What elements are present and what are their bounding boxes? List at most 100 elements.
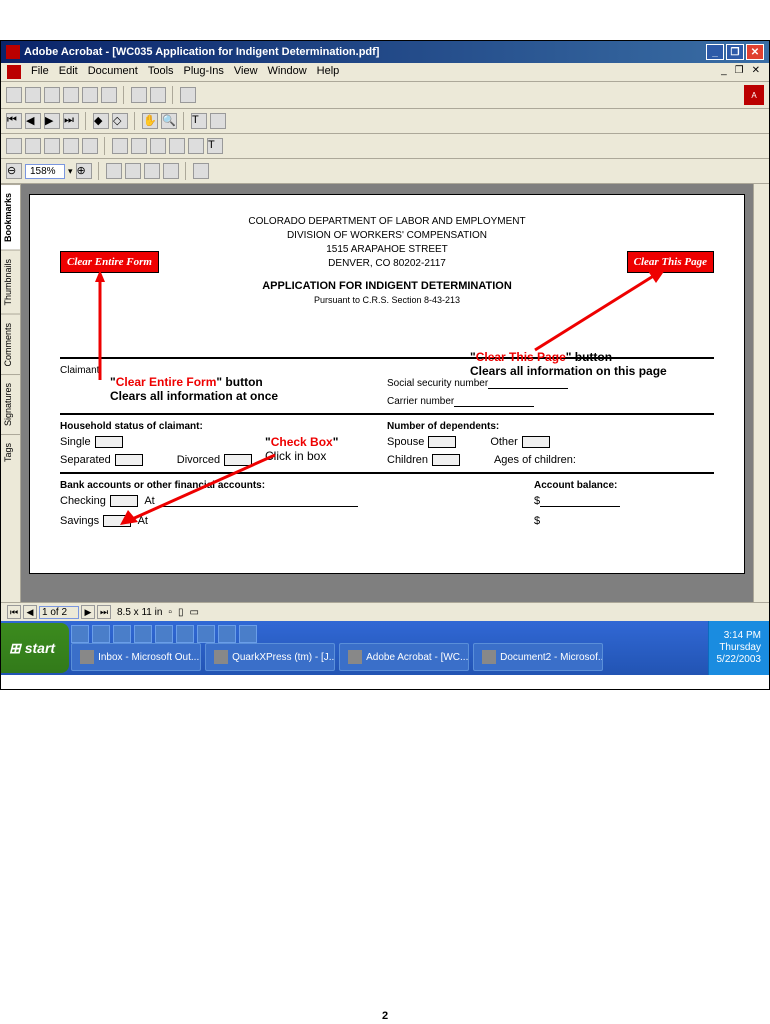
tab-bookmarks[interactable]: Bookmarks <box>1 184 20 250</box>
search-icon[interactable] <box>82 87 98 103</box>
spouse-checkbox[interactable] <box>428 436 456 448</box>
form-title: APPLICATION FOR INDIGENT DETERMINATION <box>60 279 714 294</box>
tool2-icon[interactable] <box>150 87 166 103</box>
ssn-field[interactable] <box>488 377 568 389</box>
clear-this-page-button[interactable]: Clear This Page <box>627 251 714 273</box>
system-tray[interactable]: 3:14 PM Thursday 5/22/2003 <box>708 621 770 675</box>
vertical-scrollbar[interactable] <box>753 184 769 602</box>
crop-icon[interactable] <box>169 138 185 154</box>
tab-signatures[interactable]: Signatures <box>1 374 20 434</box>
note-icon[interactable] <box>6 138 22 154</box>
status-last-icon[interactable]: ⏭ <box>97 605 111 619</box>
reflow-icon[interactable] <box>163 163 179 179</box>
hand-tool-icon[interactable]: ✋ <box>142 113 158 129</box>
tab-thumbnails[interactable]: Thumbnails <box>1 250 20 314</box>
menu-help[interactable]: Help <box>317 65 340 79</box>
last-page-icon[interactable]: ⏭ <box>63 113 79 129</box>
email-icon[interactable] <box>63 87 79 103</box>
tab-tags[interactable]: Tags <box>1 434 20 470</box>
first-page-icon[interactable]: ⏮ <box>6 113 22 129</box>
menu-plugins[interactable]: Plug-Ins <box>184 65 224 79</box>
actual-size-icon[interactable] <box>144 163 160 179</box>
taskbar-item-acrobat[interactable]: Adobe Acrobat - [WC... <box>339 643 469 671</box>
quicklaunch-icon-1[interactable] <box>71 625 89 643</box>
taskbar-item-outlook[interactable]: Inbox - Microsoft Out... <box>71 643 201 671</box>
menu-file[interactable]: File <box>31 65 49 79</box>
tool-icon[interactable] <box>101 87 117 103</box>
view-single-icon[interactable]: ▫ <box>168 607 172 618</box>
quicklaunch-icon-5[interactable] <box>155 625 173 643</box>
checking-checkbox[interactable] <box>110 495 138 507</box>
doc-close-button[interactable]: ✕ <box>749 65 763 79</box>
quicklaunch-icon-4[interactable] <box>134 625 152 643</box>
text-tool-icon[interactable]: T <box>191 113 207 129</box>
children-checkbox[interactable] <box>432 454 460 466</box>
menu-edit[interactable]: Edit <box>59 65 78 79</box>
menu-tools[interactable]: Tools <box>148 65 174 79</box>
single-checkbox[interactable] <box>95 436 123 448</box>
highlight-icon[interactable] <box>44 138 60 154</box>
quicklaunch-icon-6[interactable] <box>176 625 194 643</box>
taskbar-item-quark[interactable]: QuarkXPress (tm) - [J... <box>205 643 335 671</box>
pdf-page: COLORADO DEPARTMENT OF LABOR AND EMPLOYM… <box>29 194 745 574</box>
form-icon[interactable] <box>112 138 128 154</box>
doc-restore-button[interactable]: ❐ <box>732 65 747 79</box>
other-checkbox[interactable] <box>522 436 550 448</box>
save-icon[interactable] <box>25 87 41 103</box>
savings-checkbox[interactable] <box>103 515 131 527</box>
menu-view[interactable]: View <box>234 65 258 79</box>
select-tool-icon[interactable] <box>210 113 226 129</box>
link-icon[interactable] <box>188 138 204 154</box>
taskbar-item-word[interactable]: Document2 - Microsof... <box>473 643 603 671</box>
carrier-field[interactable] <box>454 395 534 407</box>
single-label: Single <box>60 436 91 448</box>
fit-page-icon[interactable] <box>125 163 141 179</box>
status-first-icon[interactable]: ⏮ <box>7 605 21 619</box>
outlook-icon <box>80 650 94 664</box>
rotate-icon[interactable] <box>193 163 209 179</box>
back-icon[interactable]: ◆ <box>93 113 109 129</box>
check-icon[interactable] <box>82 138 98 154</box>
page-indicator[interactable]: 1 of 2 <box>39 606 79 619</box>
quicklaunch-icon-9[interactable] <box>239 625 257 643</box>
maximize-button[interactable]: ❐ <box>726 44 744 60</box>
quicklaunch-icon-7[interactable] <box>197 625 215 643</box>
minimize-button[interactable]: _ <box>706 44 724 60</box>
zoom-level[interactable]: 158% <box>25 164 65 179</box>
checking-at-field[interactable] <box>158 495 358 507</box>
view-facing-icon[interactable]: ▭ <box>189 607 198 618</box>
attach-icon[interactable] <box>150 138 166 154</box>
clear-entire-form-button[interactable]: Clear Entire Form <box>60 251 159 273</box>
sign-icon[interactable] <box>131 138 147 154</box>
open-icon[interactable] <box>6 87 22 103</box>
next-page-icon[interactable]: ▶ <box>44 113 60 129</box>
quicklaunch-icon-8[interactable] <box>218 625 236 643</box>
fit-width-icon[interactable] <box>106 163 122 179</box>
checking-balance-field[interactable] <box>540 495 620 507</box>
find-icon[interactable] <box>131 87 147 103</box>
status-next-icon[interactable]: ▶ <box>81 605 95 619</box>
divorced-checkbox[interactable] <box>224 454 252 466</box>
savings-at: At <box>138 515 148 527</box>
quicklaunch-icon-2[interactable] <box>92 625 110 643</box>
doc-minimize-button[interactable]: _ <box>718 65 730 79</box>
zoom-in-icon[interactable]: ⊕ <box>76 163 92 179</box>
zoom-out-icon[interactable]: ⊖ <box>6 163 22 179</box>
start-button[interactable]: ⊞start <box>1 623 69 673</box>
status-prev-icon[interactable]: ◀ <box>23 605 37 619</box>
print-icon[interactable] <box>44 87 60 103</box>
close-button[interactable]: ✕ <box>746 44 764 60</box>
menu-window[interactable]: Window <box>268 65 307 79</box>
separated-checkbox[interactable] <box>115 454 143 466</box>
pencil-icon[interactable] <box>25 138 41 154</box>
text2-icon[interactable]: T <box>207 138 223 154</box>
tab-comments[interactable]: Comments <box>1 314 20 375</box>
quicklaunch-icon-3[interactable] <box>113 625 131 643</box>
view-cont-icon[interactable]: ▯ <box>178 607 184 618</box>
forward-icon[interactable]: ◇ <box>112 113 128 129</box>
prev-page-icon[interactable]: ◀ <box>25 113 41 129</box>
zoom-tool-icon[interactable]: 🔍 <box>161 113 177 129</box>
menu-document[interactable]: Document <box>88 65 138 79</box>
stamp-icon[interactable] <box>63 138 79 154</box>
tool3-icon[interactable] <box>180 87 196 103</box>
